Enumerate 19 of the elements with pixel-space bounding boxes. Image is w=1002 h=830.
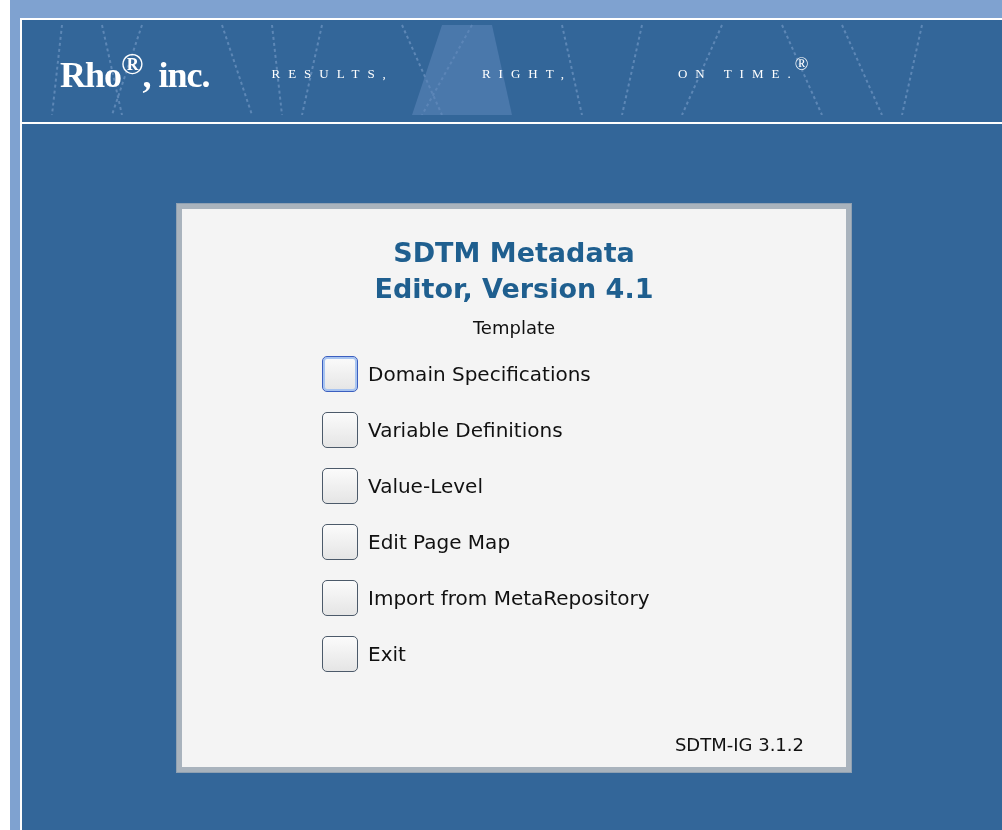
menu-button[interactable]: [322, 580, 358, 616]
menu-button[interactable]: [322, 412, 358, 448]
menu-button[interactable]: [322, 468, 358, 504]
button-label: Edit Page Map: [368, 530, 511, 554]
button-label: Import from MetaRepository: [368, 586, 650, 610]
tagline-text: RIGHT,: [481, 66, 572, 82]
button-label: Value-Level: [368, 474, 483, 498]
trademark-symbol: ®: [794, 53, 809, 75]
button-label: Variable Definitions: [368, 418, 563, 442]
button-label: Exit: [368, 642, 406, 666]
dialog-title: SDTM Metadata Editor, Version 4.1: [373, 236, 655, 306]
menu-button[interactable]: [322, 356, 358, 392]
menu-button[interactable]: [322, 636, 358, 672]
company-logo: Rho$^{®}$, inc.: [60, 46, 210, 96]
menu-button[interactable]: [322, 524, 358, 560]
tagline-text: RESULTS,: [271, 66, 394, 82]
dialog-subtitle: Template: [472, 317, 556, 338]
button-label: Domain Specifications: [368, 362, 591, 386]
version-label: SDTM-IG 3.1.2: [674, 734, 804, 755]
